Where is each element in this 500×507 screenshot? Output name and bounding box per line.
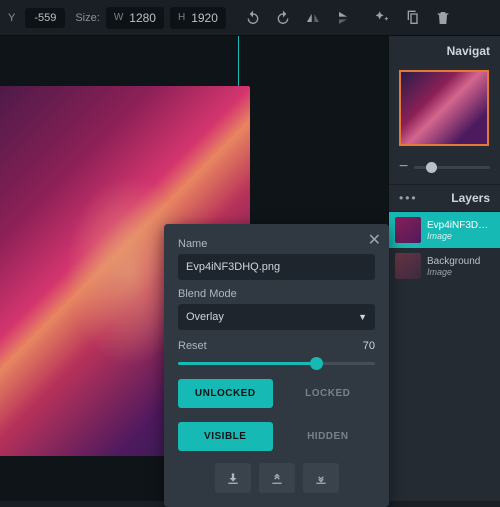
zoom-thumb[interactable] [426,162,437,173]
bring-to-front-icon[interactable] [259,463,295,493]
size-group: Size: W 1280 H 1920 [75,7,226,29]
auto-enhance-icon[interactable] [374,9,392,27]
layer-item-1[interactable]: Background Image [389,248,500,284]
layer-text: Evp4iNF3DHQ. Image [427,220,494,241]
navigator-title: Navigat [389,36,500,66]
layers-menu-icon[interactable]: ••• [399,191,418,205]
size-label: Size: [75,12,99,24]
zoom-slider[interactable]: − [389,150,500,184]
h-label: H [178,12,185,23]
layer-name: Background [427,256,480,267]
close-icon[interactable]: ✕ [368,230,381,250]
layer-type: Image [427,231,494,241]
y-label: Y [8,12,15,24]
w-value: 1280 [129,11,156,25]
flip-horizontal-icon[interactable] [304,9,322,27]
arrange-icons [178,463,375,493]
hidden-button[interactable]: HIDDEN [281,422,376,451]
layer-name: Evp4iNF3DHQ. [427,220,494,231]
opacity-slider[interactable] [178,362,375,365]
name-label: Name [178,238,375,250]
send-backward-icon[interactable] [215,463,251,493]
blend-label: Blend Mode [178,288,375,300]
unlocked-button[interactable]: UNLOCKED [178,379,273,408]
visible-button[interactable]: VISIBLE [178,422,273,451]
h-value: 1920 [191,11,218,25]
delete-icon[interactable] [434,9,452,27]
navigator-thumbnail[interactable] [399,70,489,146]
height-input[interactable]: H 1920 [170,7,226,29]
duplicate-icon[interactable] [404,9,422,27]
layer-thumb [395,217,421,243]
blend-mode-select[interactable]: Overlay ▼ [178,304,375,330]
layers-header: ••• Layers [389,184,500,212]
layer-thumb [395,253,421,279]
flip-vertical-icon[interactable] [334,9,352,27]
slider-fill [178,362,316,365]
slider-thumb[interactable] [310,357,323,370]
name-input[interactable] [178,254,375,280]
locked-button[interactable]: LOCKED [281,379,376,408]
layer-properties-dialog: ✕ Name Blend Mode Overlay ▼ Reset 70 UNL… [164,224,389,507]
redo-icon[interactable] [274,9,292,27]
blend-value: Overlay [186,311,224,323]
reset-label[interactable]: Reset [178,340,207,352]
undo-icon[interactable] [244,9,262,27]
zoom-track[interactable] [414,166,490,169]
layer-type: Image [427,267,480,277]
layer-item-0[interactable]: Evp4iNF3DHQ. Image [389,212,500,248]
y-value[interactable]: -559 [25,8,65,28]
zoom-out-icon[interactable]: − [399,158,408,176]
opacity-row: Reset 70 [178,340,375,352]
visibility-toggle-row: VISIBLE HIDDEN [178,422,375,451]
lock-toggle-row: UNLOCKED LOCKED [178,379,375,408]
w-label: W [114,12,123,23]
opacity-value: 70 [363,340,375,352]
layer-text: Background Image [427,256,480,277]
layers-title: Layers [426,191,490,205]
width-input[interactable]: W 1280 [106,7,164,29]
right-panel: Navigat − ••• Layers Evp4iNF3DHQ. Image … [388,36,500,501]
top-toolbar: Y -559 Size: W 1280 H 1920 [0,0,500,36]
toolbar-icons [244,9,452,27]
send-to-back-icon[interactable] [303,463,339,493]
chevron-down-icon: ▼ [358,312,367,322]
